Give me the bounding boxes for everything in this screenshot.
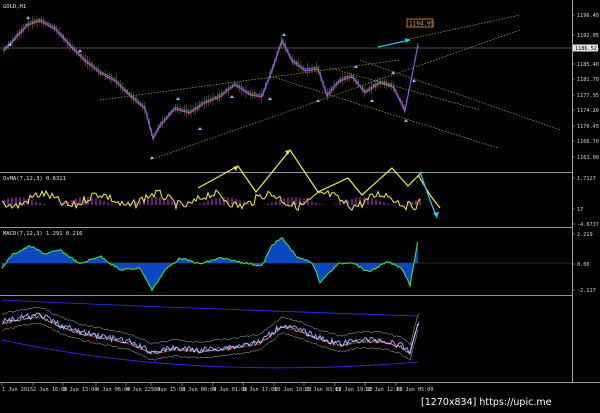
macd-axis-tick-label: -2.117 [577, 288, 596, 294]
zigzag-arrow-icon [285, 150, 290, 155]
price-axis-tick-label: 1170.45 [577, 124, 599, 130]
fractal-arrow-icon [198, 127, 202, 130]
price-overlay-line [1, 313, 420, 355]
price-axis-tick-label: 1174.20 [577, 108, 599, 114]
macd-panel[interactable]: MACD(7,12,3) 1.291 0.216 2.219 0.00 -2.117 [0, 231, 596, 294]
symbol-label: GOLD,H1 [3, 4, 26, 10]
band-middle-line [1, 316, 420, 355]
price-panel[interactable]: GOLD,H1 1196.401192.051189.151185.401181… [0, 4, 599, 161]
fractal-arrow-icon [391, 71, 395, 74]
lower-band-line [1, 339, 419, 369]
fractal-arrow-icon [26, 16, 30, 19]
osma-axis-tick-label: 1.7127 [577, 176, 596, 182]
price-plot-area [3, 14, 561, 161]
osma-line [1, 189, 421, 212]
osma-axis-tick-label: 17 [577, 207, 583, 213]
time-axis-tick-label: 3 Jun 13:00 [63, 387, 97, 393]
channel-line [359, 59, 561, 131]
fractal-arrow-icon [316, 99, 320, 102]
time-axis-tick-label: 9 Jun 17:00 [243, 387, 277, 393]
candle-body [183, 110, 186, 112]
macd-plot-area [0, 237, 572, 292]
price-axis-tick-label: 1181.70 [577, 77, 599, 83]
current-price-line: 1186.52 [0, 44, 598, 52]
macd-axis-tick-label: 0.00 [577, 262, 590, 268]
channel-line [329, 67, 481, 111]
fractal-arrow-icon [176, 97, 180, 100]
fractal-arrow-icon [230, 95, 234, 98]
watermark: [1270x834] https://upic.me [421, 397, 552, 408]
trading-chart[interactable]: GOLD,H1 1196.401192.051189.151185.401181… [0, 0, 600, 413]
osma-axis-tick-label: -4.6737 [577, 222, 599, 228]
macd-title: MACD(7,12,3) 1.291 0.216 [3, 231, 82, 237]
fractal-arrow-icon [150, 156, 154, 159]
fractal-arrow-icon [412, 79, 416, 82]
fractal-arrow-icon [370, 99, 374, 102]
price-callout-label: 1194.95 [409, 21, 435, 28]
price-axis-tick-label: 1185.40 [577, 62, 599, 68]
osma-panel[interactable]: OsMA(7,12,3) 0.6311 1.7127 17 -4.6737 [1, 148, 599, 228]
price-axis-tick-label: 1196.40 [577, 13, 599, 19]
channel-line [149, 29, 521, 161]
fractal-arrow-icon [268, 97, 272, 100]
fractal-arrow-icon [282, 33, 286, 36]
price-axis: 1196.401192.051189.151185.401181.701177.… [572, 13, 599, 161]
candle-body [251, 93, 254, 95]
channel-line [269, 75, 499, 149]
trend-arrow-head-icon [405, 38, 410, 43]
time-axis-tick-label: 15 Jun 05:00 [396, 387, 433, 393]
macd-axis-tick-label: 2.219 [577, 232, 593, 238]
time-axis-tick-label: 8 Jun 08:00 [182, 387, 216, 393]
projection-line [419, 171, 438, 219]
time-axis: 1 Jun 2015 2 Jun 16:003 Jun 13:004 Jun 06… [1, 383, 433, 393]
price-axis-tick-label: 1192.05 [577, 33, 599, 39]
trend-arrow [377, 39, 411, 48]
current-price-label: 1186.52 [575, 46, 597, 52]
bands-panel[interactable] [1, 299, 420, 369]
upper-band-line [1, 299, 419, 317]
price-axis-tick-label: 1166.70 [577, 139, 599, 145]
bands-plot-area [1, 299, 420, 369]
macd-axis: 2.219 0.00 -2.117 [572, 232, 596, 294]
price-axis-tick-label: 1163.00 [577, 155, 599, 161]
time-axis-tick-label: 5 Jun 15:00 [151, 387, 185, 393]
osma-axis: 1.7127 17 -4.6737 [572, 176, 599, 228]
panel-separators [0, 0, 600, 383]
osma-plot-area [1, 148, 441, 219]
osma-title: OsMA(7,12,3) 0.6311 [3, 176, 66, 182]
price-callout[interactable]: 1194.95 [406, 18, 435, 28]
projection-arrow-icon [433, 212, 439, 218]
zigzag-line [417, 174, 441, 209]
price-axis-tick-label: 1177.95 [577, 93, 599, 99]
macd-signal-line [1, 237, 419, 292]
fractal-arrow-icon [354, 65, 358, 68]
time-axis-tick-label: 1 Jun 2015 [2, 387, 33, 393]
